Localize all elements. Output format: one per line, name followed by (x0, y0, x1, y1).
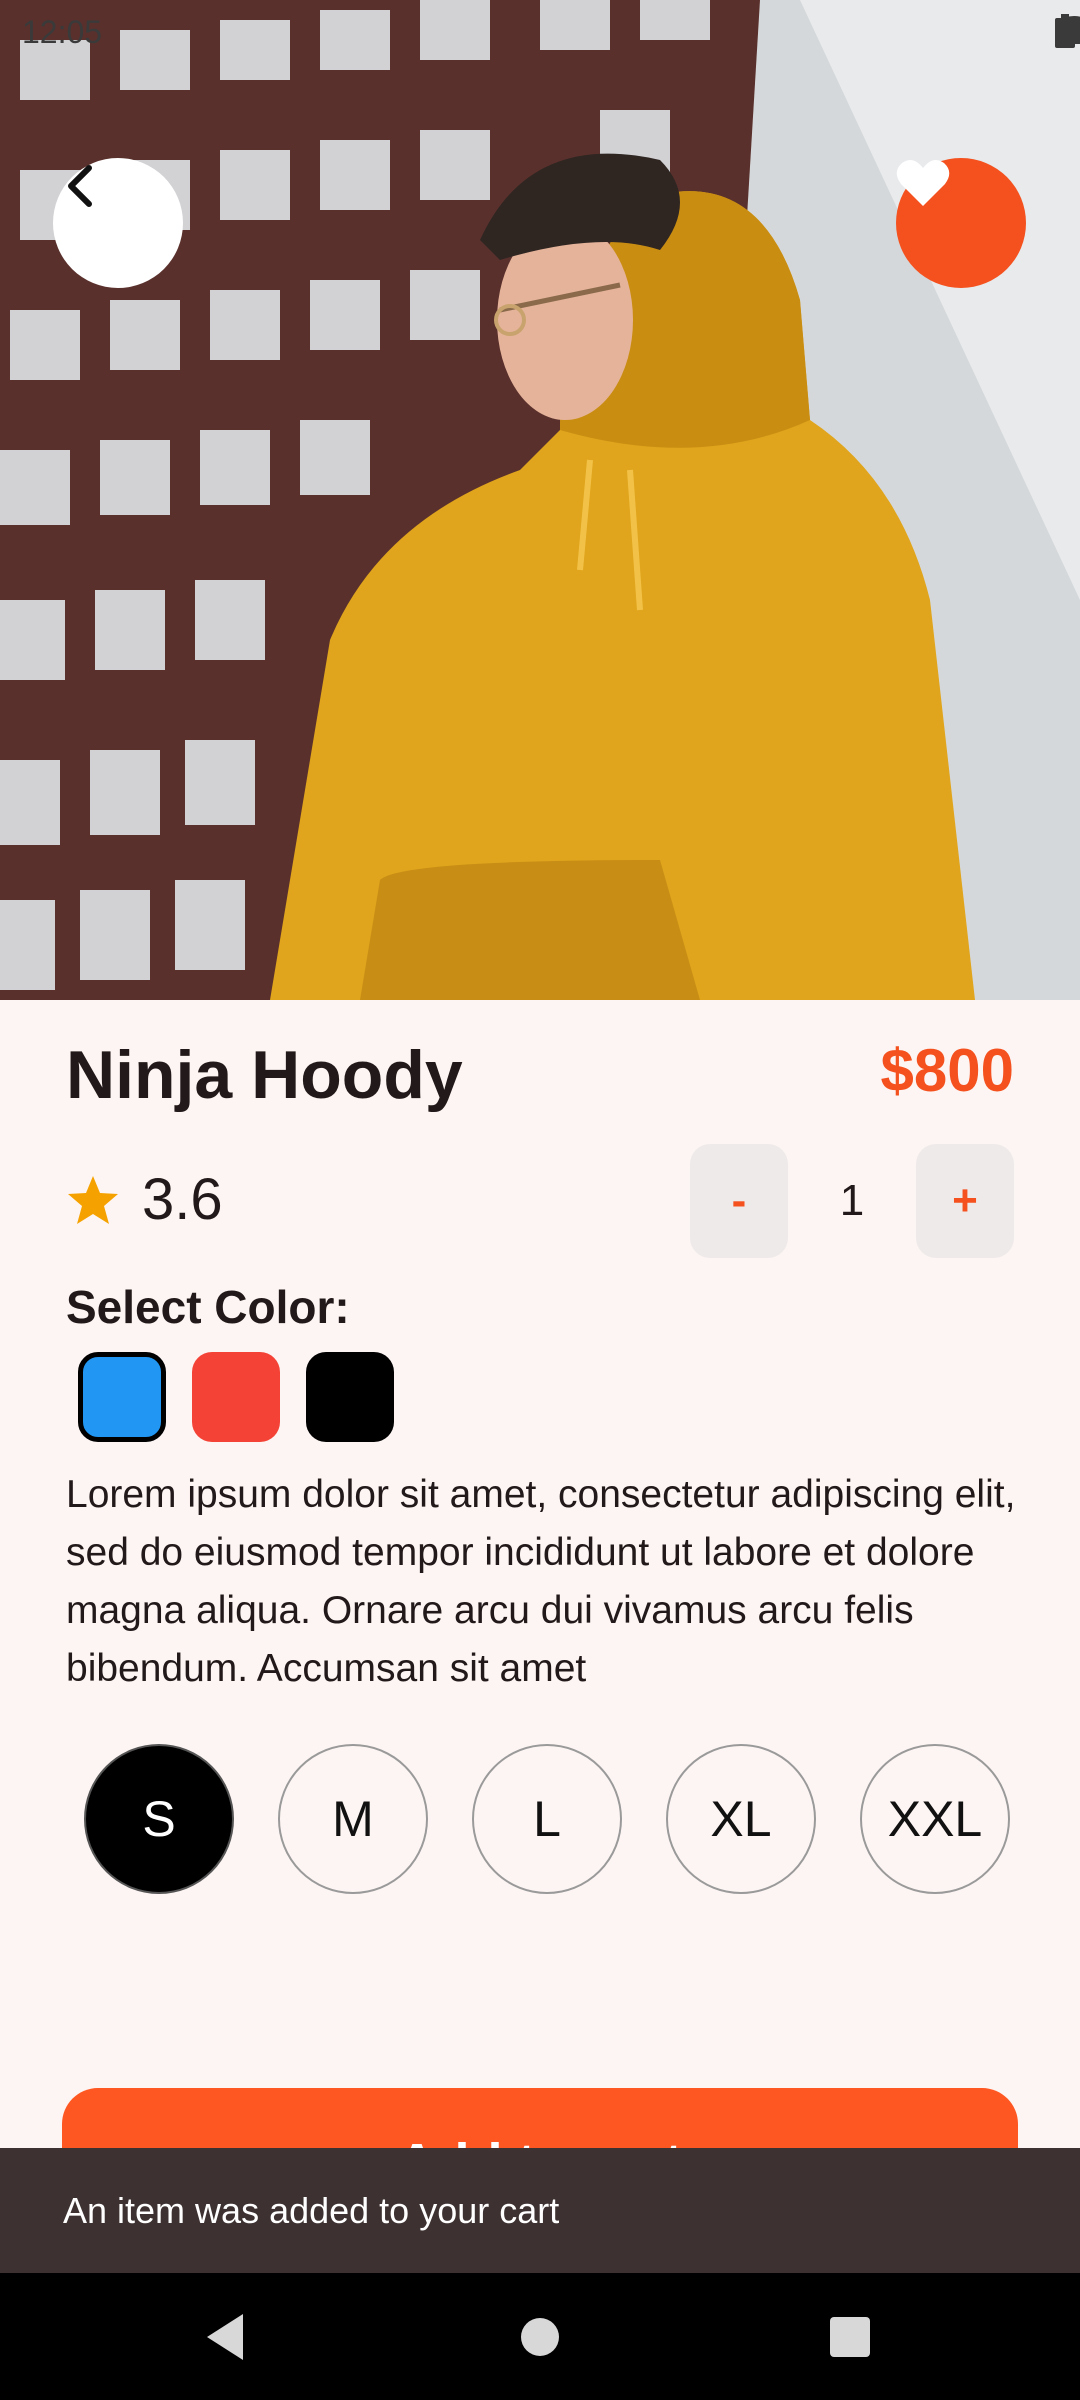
size-option-l[interactable]: L (472, 1744, 622, 1894)
battery-icon (1055, 14, 1075, 48)
color-swatch-red[interactable] (192, 1352, 280, 1442)
status-time: 12:05 (22, 14, 103, 50)
product-image: 12:05 (0, 0, 1080, 1000)
star-icon (68, 1175, 118, 1224)
snackbar: An item was added to your cart (0, 2148, 1080, 2273)
rating-value: 3.6 (142, 1167, 223, 1232)
nav-recents-button[interactable] (805, 2273, 895, 2400)
quantity-value: 1 (839, 1176, 865, 1225)
triangle-back-icon (207, 2313, 243, 2360)
status-bar: 12:05 (0, 0, 1080, 64)
size-option-s[interactable]: S (84, 1744, 234, 1894)
circle-home-icon (521, 2317, 559, 2356)
back-button[interactable] (53, 158, 183, 288)
quantity-stepper: - 1 + (690, 1144, 1014, 1258)
favorite-button[interactable] (896, 158, 1026, 288)
size-option-xxl[interactable]: XXL (860, 1744, 1010, 1894)
color-swatch-blue[interactable] (78, 1352, 166, 1442)
select-color-label: Select Color: (66, 1281, 350, 1333)
product-description: Lorem ipsum dolor sit amet, consectetur … (66, 1473, 1016, 1690)
snackbar-message: An item was added to your cart (63, 2189, 560, 2231)
product-title: Ninja Hoody (66, 1037, 463, 1113)
increase-quantity-button[interactable]: + (916, 1144, 1014, 1258)
decrease-quantity-button[interactable]: - (690, 1144, 788, 1258)
heart-icon (896, 159, 950, 206)
size-option-m[interactable]: M (278, 1744, 428, 1894)
navigation-bar (0, 2273, 1080, 2400)
size-selector: S M L XL XXL (84, 1744, 1010, 1894)
nav-back-button[interactable] (180, 2273, 270, 2400)
color-swatches (78, 1352, 394, 1442)
nav-home-button[interactable] (495, 2273, 585, 2400)
size-option-xl[interactable]: XL (666, 1744, 816, 1894)
chevron-left-icon (68, 165, 92, 207)
rating: 3.6 (66, 1166, 223, 1233)
square-recents-icon (830, 2316, 870, 2357)
product-price: $800 (880, 1037, 1014, 1104)
color-swatch-black[interactable] (306, 1352, 394, 1442)
